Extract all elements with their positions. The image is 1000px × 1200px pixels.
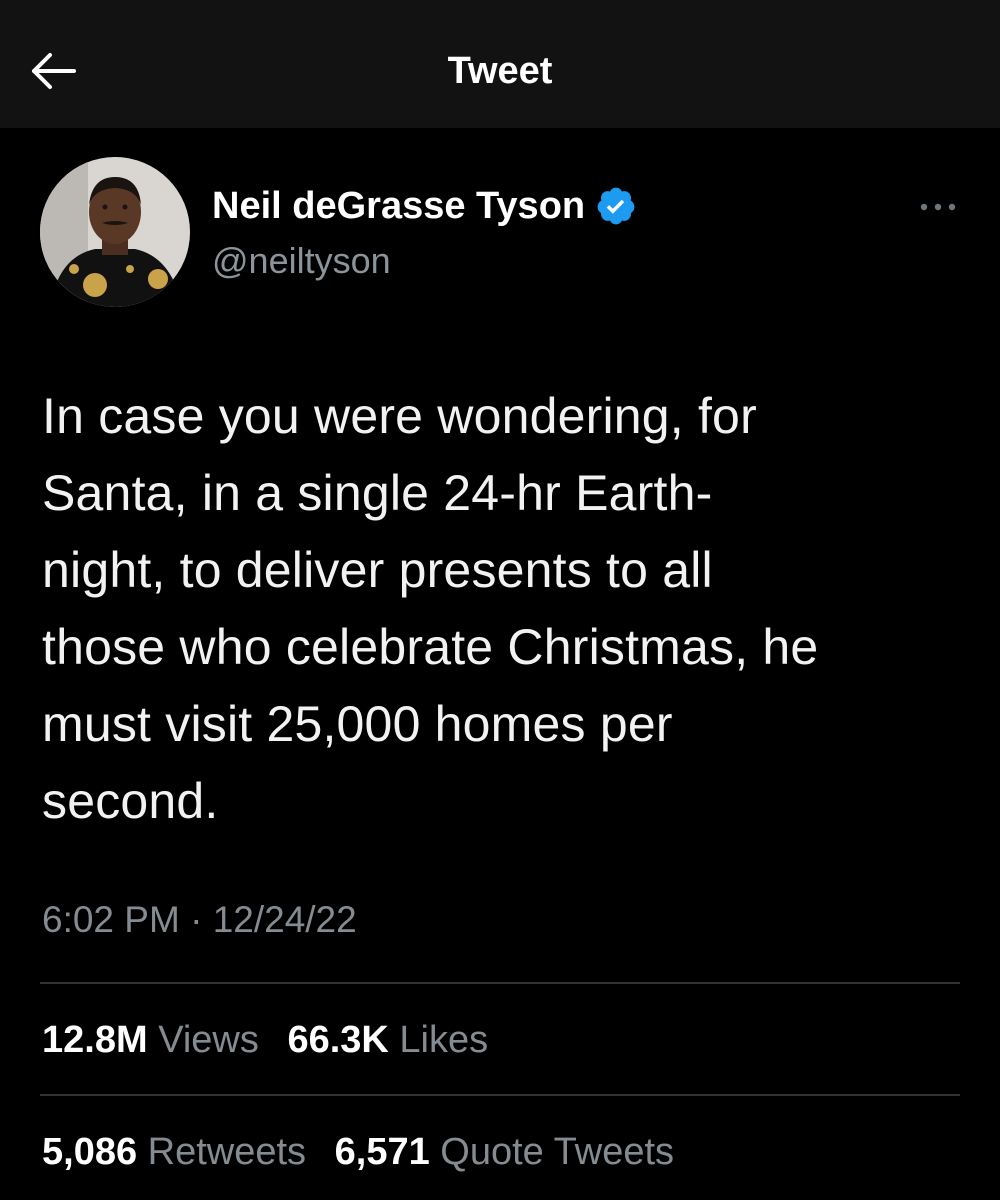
stats-row-engagement: 12.8M Views 66.3K Likes — [42, 1016, 506, 1064]
author-display-name: Neil deGrasse Tyson — [212, 185, 586, 227]
more-dots-icon — [920, 203, 956, 211]
views-count: 12.8M — [42, 1019, 148, 1061]
tweet-date: 12/24/22 — [212, 899, 357, 940]
likes-label: Likes — [399, 1019, 489, 1061]
top-bar: Tweet — [0, 0, 1000, 128]
tweet-time: 6:02 PM — [42, 899, 180, 940]
views-label: Views — [158, 1019, 259, 1061]
likes-stat[interactable]: 66.3K Likes — [287, 1016, 488, 1064]
avatar-image — [40, 157, 190, 307]
timestamp-separator: · — [190, 899, 203, 940]
likes-count: 66.3K — [287, 1019, 389, 1061]
tweet-timestamp: 6:02 PM · 12/24/22 — [42, 896, 357, 944]
tweet-text: In case you were wondering, for Santa, i… — [42, 388, 819, 829]
divider — [40, 982, 960, 984]
page-title: Tweet — [447, 50, 553, 92]
retweets-stat[interactable]: 5,086 Retweets — [42, 1128, 306, 1176]
stats-row-shares: 5,086 Retweets 6,571 Quote Tweets — [42, 1128, 692, 1176]
views-stat[interactable]: 12.8M Views — [42, 1016, 259, 1064]
divider — [40, 1094, 960, 1096]
more-options-button[interactable] — [910, 190, 966, 224]
quote-tweets-count: 6,571 — [334, 1131, 430, 1173]
retweets-label: Retweets — [147, 1131, 307, 1173]
quote-tweets-stat[interactable]: 6,571 Quote Tweets — [335, 1128, 674, 1176]
avatar[interactable] — [40, 157, 190, 307]
verified-badge-icon — [597, 187, 635, 225]
retweets-count: 5,086 — [42, 1131, 138, 1173]
quote-tweets-label: Quote Tweets — [440, 1131, 675, 1173]
author-name-row[interactable]: Neil deGrasse Tyson — [212, 182, 637, 230]
author-handle[interactable]: @neiltyson — [212, 238, 391, 284]
